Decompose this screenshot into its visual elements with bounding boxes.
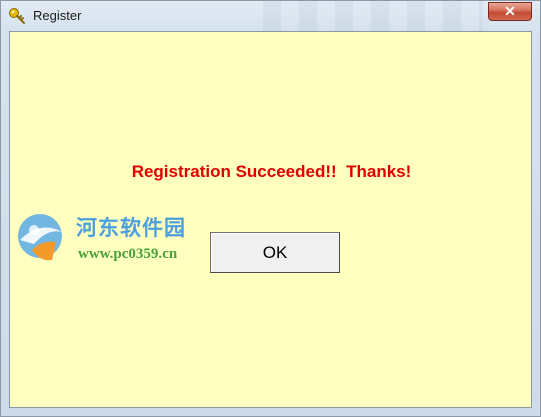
registration-message: Registration Succeeded!! Thanks!	[131, 162, 412, 181]
dialog-client-area: Registration Succeeded!! Thanks! 河东软件园 w…	[9, 31, 532, 408]
close-icon: ✕	[504, 3, 516, 19]
title-bar-background	[263, 1, 483, 31]
window-title: Register	[33, 8, 82, 23]
watermark-url: www.pc0359.cn	[78, 246, 178, 262]
close-button[interactable]: ✕	[488, 2, 532, 21]
register-window: Register ✕ Registration Succeeded!! Than…	[0, 0, 541, 417]
ok-button[interactable]: OK	[210, 232, 340, 273]
watermark-site-name: 河东软件园	[76, 216, 186, 240]
watermark: 河东软件园 www.pc0359.cn	[10, 210, 220, 270]
watermark-logo-icon	[18, 214, 62, 261]
title-bar[interactable]: Register ✕	[1, 1, 540, 31]
key-icon	[8, 7, 26, 25]
